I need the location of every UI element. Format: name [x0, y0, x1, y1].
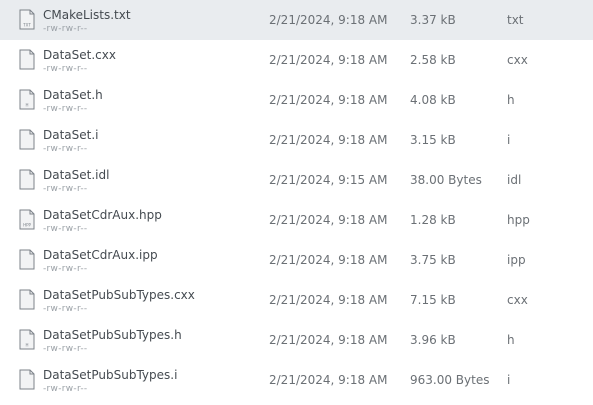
- file-row[interactable]: DataSet.idl -rw-rw-r-- 2/21/2024, 9:15 AM 3…: [0, 160, 593, 200]
- file-row[interactable]: DataSetCdrAux.ipp -rw-rw-r-- 2/21/2024, 9:…: [0, 240, 593, 280]
- file-modified-date: 2/21/2024, 9:18 AM: [269, 253, 388, 267]
- file-row[interactable]: H DataSetPubSubTypes.h -rw-rw-r-- 2/21/2024…: [0, 320, 593, 360]
- file-type: cxx: [507, 293, 528, 307]
- file-modified-date: 2/21/2024, 9:18 AM: [269, 133, 388, 147]
- file-type: h: [507, 333, 515, 347]
- file-permissions: -rw-rw-r--: [43, 344, 88, 354]
- file-size: 3.96 kB: [410, 333, 456, 347]
- file-permissions: -rw-rw-r--: [43, 104, 88, 114]
- file-size: 1.28 kB: [410, 213, 456, 227]
- file-permissions: -rw-rw-r--: [43, 184, 88, 194]
- file-type: h: [507, 93, 515, 107]
- file-size: 3.75 kB: [410, 253, 456, 267]
- file-name: DataSet.cxx: [43, 48, 116, 62]
- icon-label: H: [25, 343, 28, 348]
- file-modified-date: 2/21/2024, 9:18 AM: [269, 53, 388, 67]
- file-permissions: -rw-rw-r--: [43, 304, 88, 314]
- file-modified-date: 2/21/2024, 9:18 AM: [269, 93, 388, 107]
- header-file-icon: H: [19, 89, 35, 110]
- file-permissions: -rw-rw-r--: [43, 24, 88, 34]
- file-name: CMakeLists.txt: [43, 8, 131, 22]
- file-name: DataSetPubSubTypes.h: [43, 328, 182, 342]
- file-modified-date: 2/21/2024, 9:18 AM: [269, 13, 388, 27]
- file-modified-date: 2/21/2024, 9:15 AM: [269, 173, 388, 187]
- file-icon: [19, 369, 35, 390]
- file-icon: [19, 249, 35, 270]
- icon-label: TXT: [22, 23, 31, 28]
- file-type: txt: [507, 13, 524, 27]
- file-name: DataSetCdrAux.ipp: [43, 248, 158, 262]
- file-modified-date: 2/21/2024, 9:18 AM: [269, 293, 388, 307]
- file-permissions: -rw-rw-r--: [43, 384, 88, 394]
- file-size: 7.15 kB: [410, 293, 456, 307]
- file-icon: [19, 289, 35, 310]
- file-name: DataSetPubSubTypes.cxx: [43, 288, 195, 302]
- file-size: 38.00 Bytes: [410, 173, 482, 187]
- file-name: DataSetCdrAux.hpp: [43, 208, 162, 222]
- file-name: DataSet.h: [43, 88, 103, 102]
- file-row[interactable]: H DataSet.h -rw-rw-r-- 2/21/2024, 9:18 AM 4.…: [0, 80, 593, 120]
- file-type: idl: [507, 173, 522, 187]
- file-type: ipp: [507, 253, 526, 267]
- file-type: cxx: [507, 53, 528, 67]
- file-modified-date: 2/21/2024, 9:18 AM: [269, 333, 388, 347]
- file-name: DataSetPubSubTypes.i: [43, 368, 178, 382]
- hpp-file-icon: HPP: [19, 209, 35, 230]
- file-type: i: [507, 133, 511, 147]
- icon-label: HPP: [23, 223, 31, 228]
- file-icon: [19, 49, 35, 70]
- file-type: hpp: [507, 213, 530, 227]
- file-row[interactable]: DataSet.i -rw-rw-r-- 2/21/2024, 9:18 AM 3.1…: [0, 120, 593, 160]
- file-icon: [19, 129, 35, 150]
- file-row[interactable]: HPP DataSetCdrAux.hpp -rw-rw-r-- 2/21/2024,…: [0, 200, 593, 240]
- file-row[interactable]: DataSetPubSubTypes.i -rw-rw-r-- 2/21/2024,…: [0, 360, 593, 400]
- file-permissions: -rw-rw-r--: [43, 144, 88, 154]
- file-modified-date: 2/21/2024, 9:18 AM: [269, 213, 388, 227]
- file-name: DataSet.idl: [43, 168, 110, 182]
- file-size: 2.58 kB: [410, 53, 456, 67]
- header-file-icon: H: [19, 329, 35, 350]
- file-name: DataSet.i: [43, 128, 99, 142]
- file-size: 4.08 kB: [410, 93, 456, 107]
- txt-file-icon: TXT: [19, 9, 35, 30]
- file-row[interactable]: DataSetPubSubTypes.cxx -rw-rw-r-- 2/21/202…: [0, 280, 593, 320]
- file-row[interactable]: DataSet.cxx -rw-rw-r-- 2/21/2024, 9:18 AM 2…: [0, 40, 593, 80]
- file-row[interactable]: TXT CMakeLists.txt -rw-rw-r-- 2/21/2024, 9:…: [0, 0, 593, 40]
- file-icon: [19, 169, 35, 190]
- file-permissions: -rw-rw-r--: [43, 264, 88, 274]
- file-modified-date: 2/21/2024, 9:18 AM: [269, 373, 388, 387]
- file-permissions: -rw-rw-r--: [43, 224, 88, 234]
- file-list: TXT CMakeLists.txt -rw-rw-r-- 2/21/2024, 9:…: [0, 0, 593, 405]
- file-permissions: -rw-rw-r--: [43, 64, 88, 74]
- file-size: 963.00 Bytes: [410, 373, 490, 387]
- file-size: 3.37 kB: [410, 13, 456, 27]
- file-size: 3.15 kB: [410, 133, 456, 147]
- file-type: i: [507, 373, 511, 387]
- icon-label: H: [25, 103, 28, 108]
